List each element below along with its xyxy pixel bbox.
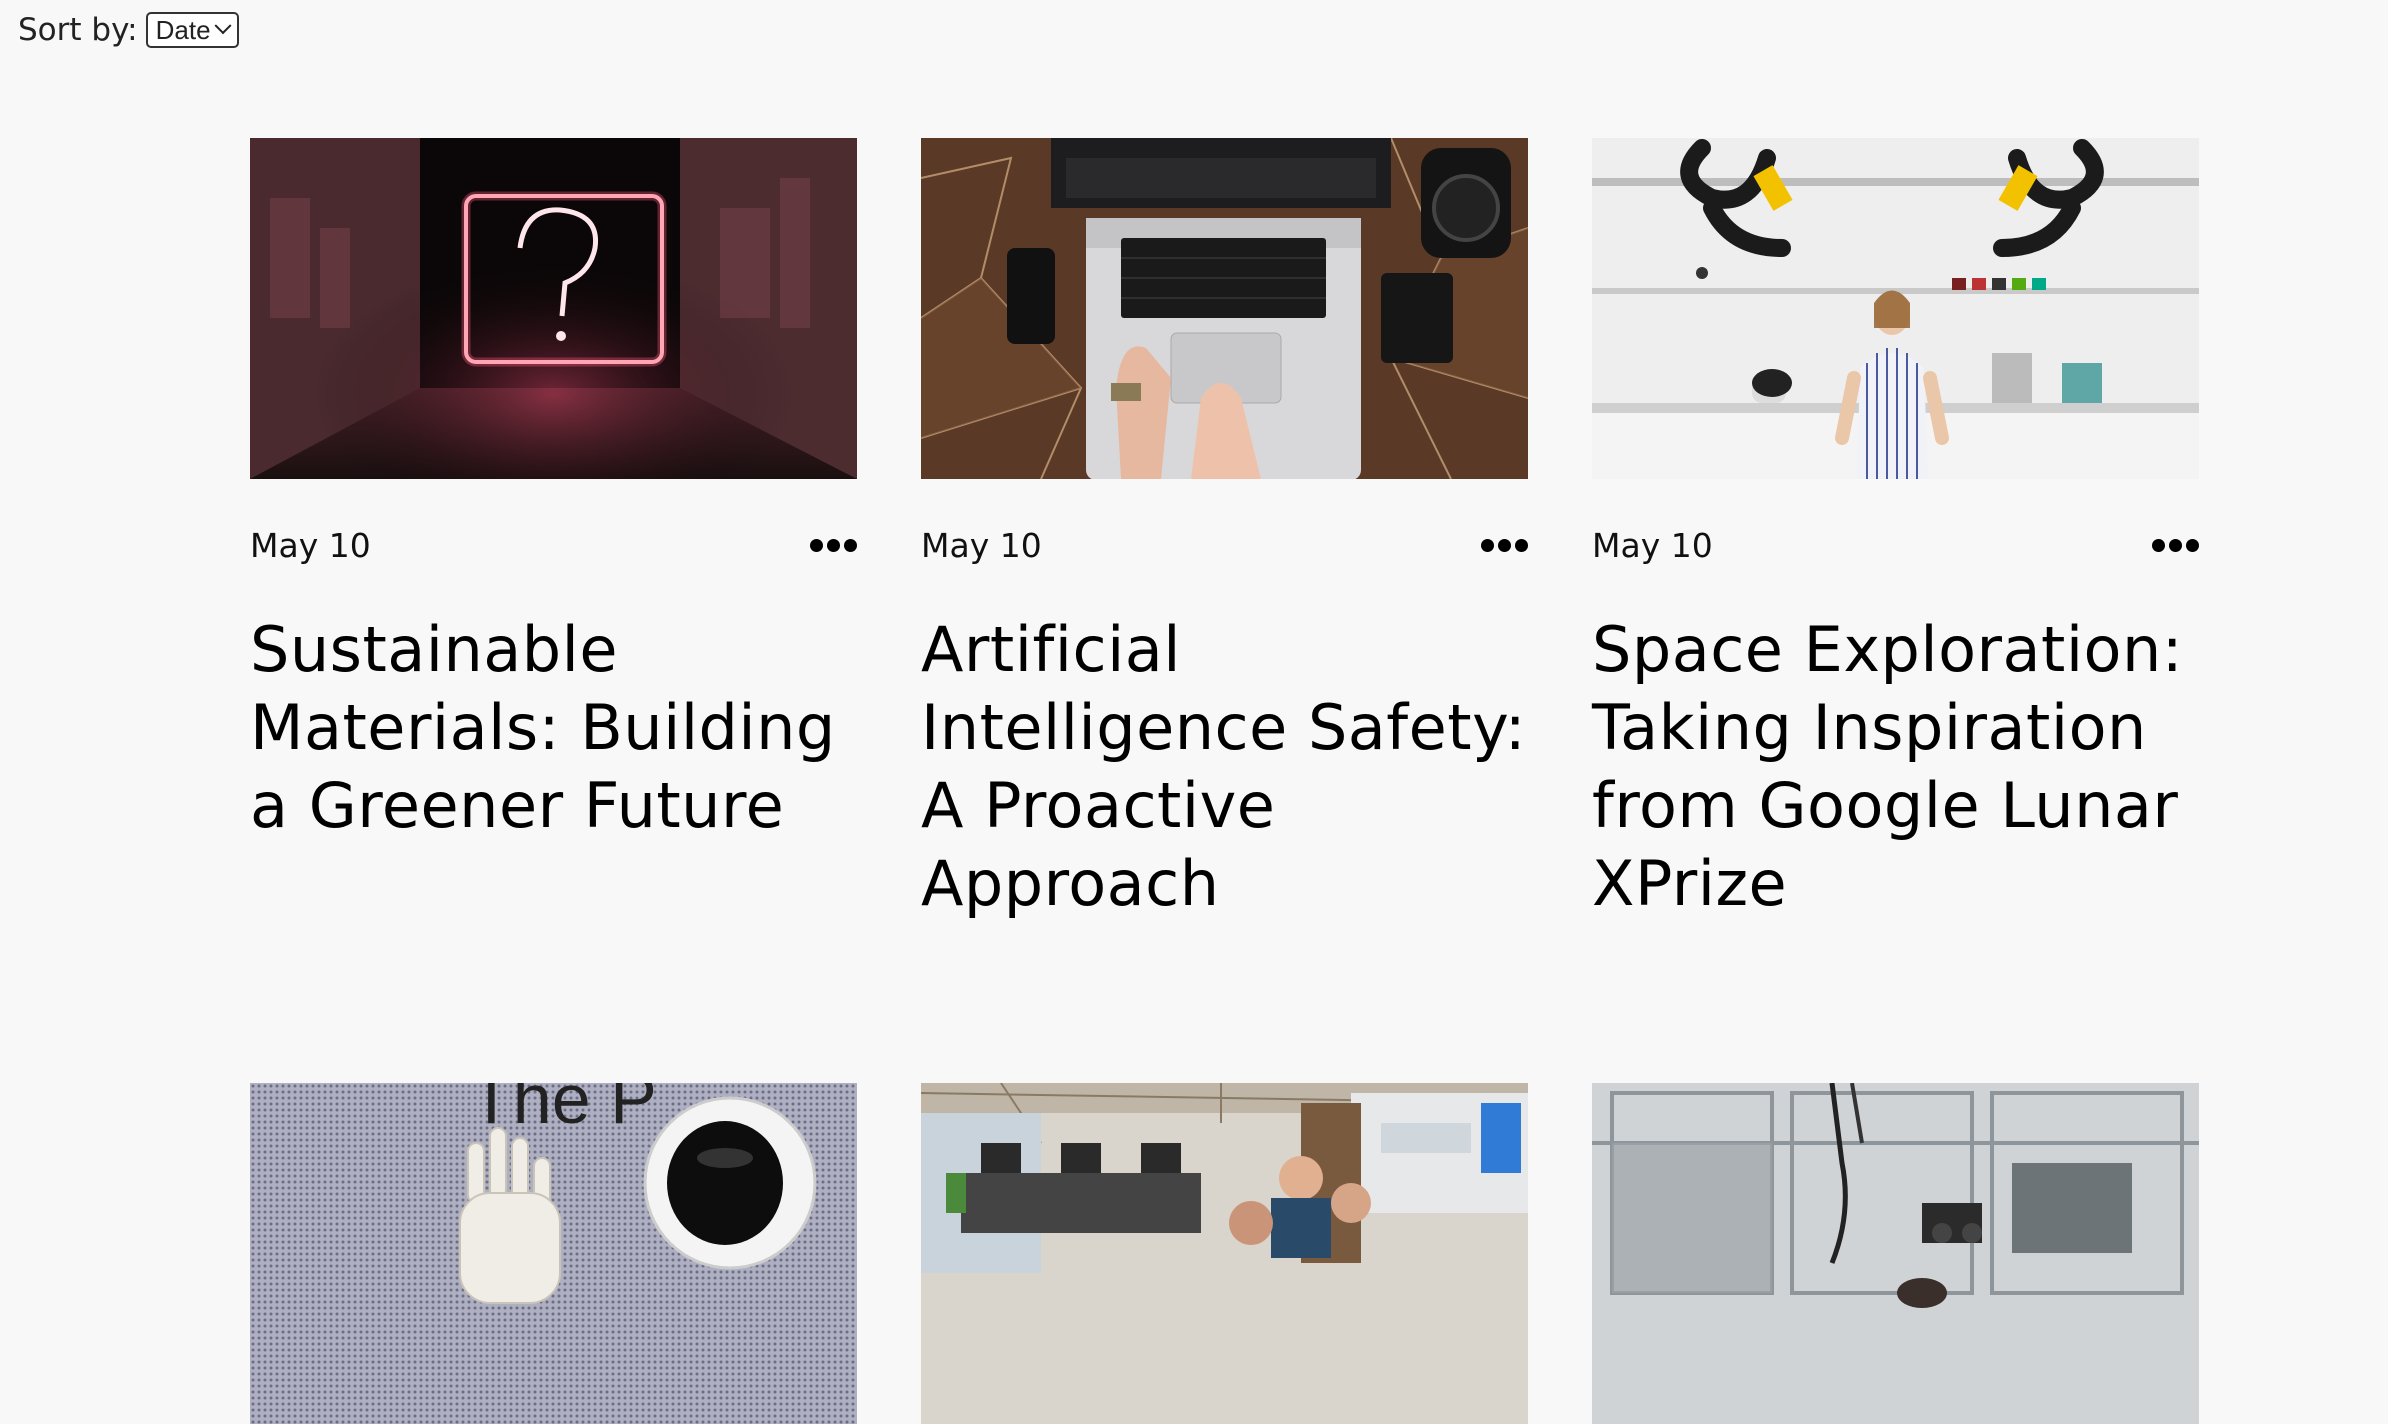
post-card[interactable]: May 10 Space Exploration: Taking Inspira… [1592, 138, 2199, 923]
post-image-machinery[interactable] [1592, 1083, 2199, 1424]
sort-bar: Sort by: Date [18, 12, 239, 48]
more-options-icon[interactable] [2152, 535, 2199, 556]
post-image-robotics-lab[interactable] [1592, 138, 2199, 479]
post-image-office[interactable] [921, 1083, 1528, 1424]
sort-selected-value: Date [155, 14, 211, 45]
post-date: May 10 [250, 525, 371, 565]
post-card[interactable] [1592, 1083, 2199, 1424]
post-title[interactable]: Artificial Intelligence Safety: A Proact… [921, 611, 1528, 923]
post-image-neon-question-mark[interactable] [250, 138, 857, 479]
more-options-icon[interactable] [810, 535, 857, 556]
post-card[interactable]: May 10 Sustainable Materials: Building a… [250, 138, 857, 923]
post-meta: May 10 [250, 525, 857, 565]
post-card[interactable]: May 10 Artificial Intelligence Safety: A… [921, 138, 1528, 923]
post-meta: May 10 [921, 525, 1528, 565]
post-card[interactable]: The P [250, 1083, 857, 1424]
post-image-laptop-desk[interactable] [921, 138, 1528, 479]
post-date: May 10 [921, 525, 1042, 565]
more-options-icon[interactable] [1481, 535, 1528, 556]
post-card[interactable] [921, 1083, 1528, 1424]
post-meta: May 10 [1592, 525, 2199, 565]
chevron-down-icon [214, 17, 232, 35]
sort-select[interactable]: Date [145, 12, 239, 48]
post-date: May 10 [1592, 525, 1713, 565]
post-title[interactable]: Sustainable Materials: Building a Greene… [250, 611, 857, 845]
post-grid: May 10 Sustainable Materials: Building a… [250, 138, 2200, 1424]
post-image-robot[interactable]: The P [250, 1083, 857, 1424]
post-title[interactable]: Space Exploration: Taking Inspiration fr… [1592, 611, 2199, 923]
sort-label: Sort by: [18, 12, 138, 48]
